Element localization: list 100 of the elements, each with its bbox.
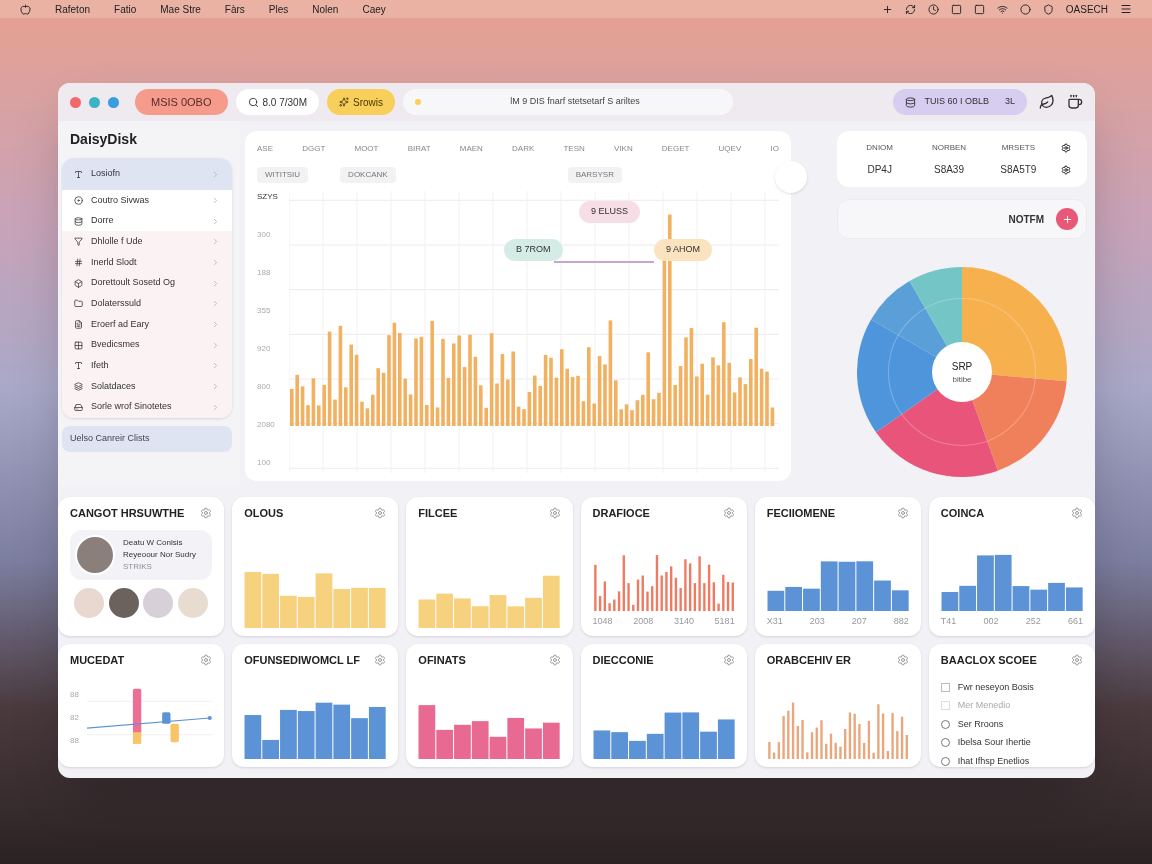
column-header[interactable]: TESN: [563, 143, 585, 155]
chart-callout[interactable]: B 7ROM: [504, 239, 563, 261]
bar: [655, 554, 658, 611]
settings-icon[interactable]: [1061, 143, 1071, 153]
profile-card[interactable]: Deatu W Conlsis Reyeoour Nor Sudry STRIKS: [70, 529, 213, 580]
status-icon[interactable]: [881, 3, 893, 15]
bar: [796, 725, 799, 759]
column-header[interactable]: ASE: [257, 143, 273, 155]
axis-label: 5181: [714, 614, 735, 628]
status-icon[interactable]: [1019, 3, 1031, 15]
chart-tag[interactable]: BARSYSR: [567, 167, 622, 183]
bar: [1030, 589, 1047, 611]
sidebar-item[interactable]: Dorre: [62, 210, 232, 232]
item-icon: [74, 278, 83, 288]
bar: [333, 704, 351, 759]
sidebar-item[interactable]: Dhlolle f Ude: [62, 231, 232, 253]
sidebar-item[interactable]: Bvedicsmes: [62, 334, 232, 356]
menu-item[interactable]: Caey: [362, 1, 386, 17]
menu-item[interactable]: Rafeton: [55, 1, 91, 17]
radio-option[interactable]: Ser Rroons: [940, 717, 1083, 731]
axis-label: 3140: [673, 614, 694, 628]
axis-label: 252: [1025, 614, 1041, 628]
item-icon: [74, 299, 83, 309]
status-icon[interactable]: [904, 3, 916, 15]
column-header[interactable]: DARK: [512, 143, 535, 155]
chart-callout[interactable]: 9 AHOM: [654, 239, 712, 261]
sidebar-item[interactable]: Losiofn: [62, 158, 232, 190]
sidebar-footer-button[interactable]: Uelso Canreir Clists: [62, 425, 232, 452]
address-field[interactable]: lM 9 DIS fnarf stetsetarf S ariltes: [403, 89, 734, 115]
column-header[interactable]: DEGET: [661, 143, 690, 155]
sidebar-item[interactable]: Coutro Sivwas: [62, 190, 232, 211]
column-header[interactable]: MOOT: [354, 143, 379, 155]
status-icon[interactable]: [973, 3, 985, 15]
bar: [369, 587, 386, 628]
status-icon[interactable]: [927, 3, 939, 15]
avatar[interactable]: [108, 587, 139, 618]
sidebar-item[interactable]: Inerld Slodt: [62, 252, 232, 273]
settings-icon[interactable]: [1061, 165, 1071, 175]
axis-label: 1048: [592, 614, 613, 628]
menu-icon[interactable]: [1120, 3, 1132, 15]
search-field[interactable]: 8.0 7/30M: [235, 89, 319, 115]
bar: [717, 719, 735, 759]
axis-label: T41: [940, 614, 957, 628]
sidebar-item[interactable]: Eroerf ad Eary: [62, 314, 232, 335]
bar: [543, 722, 560, 759]
summary-value: DP4J: [867, 162, 892, 177]
bar: [351, 587, 369, 628]
axis-label: 300: [257, 229, 272, 241]
tag-button[interactable]: Srowis: [327, 89, 396, 115]
status-icon[interactable]: [1042, 3, 1054, 15]
bar: [891, 589, 909, 611]
card-title: OFUNSEDIWOMCL LF: [244, 653, 361, 668]
sidebar-item[interactable]: Ifeth: [62, 355, 232, 377]
chart-tag[interactable]: WITITSIU: [257, 167, 309, 183]
add-button[interactable]: [1056, 208, 1078, 230]
status-icon[interactable]: [996, 3, 1008, 15]
bar: [610, 732, 628, 759]
sidebar-item[interactable]: Sorle wrof Sinotetes: [62, 396, 232, 418]
column-header[interactable]: UQEV: [718, 143, 742, 155]
chevron-icon: [211, 169, 220, 179]
window-control[interactable]: [89, 96, 100, 108]
bar: [454, 724, 472, 759]
app-button[interactable]: MSIS 0OBO: [135, 89, 228, 115]
checkbox[interactable]: [940, 682, 950, 692]
status-text[interactable]: OASECH: [1065, 1, 1108, 17]
chart-callout[interactable]: 9 ELUSS: [579, 201, 641, 223]
menu-item[interactable]: Mae Stre: [160, 1, 201, 17]
status-icon[interactable]: [950, 3, 962, 15]
axis-label: 207: [851, 614, 867, 628]
account-button[interactable]: TUIS 60 I OBLB 3L: [893, 89, 1027, 115]
menu-item[interactable]: Nolen: [312, 1, 339, 17]
summary-heading: NORBEN: [931, 141, 967, 154]
checkbox-option[interactable]: Fwr neseyon Bosis: [940, 680, 1083, 694]
summary-heading: DNIOM: [866, 141, 893, 154]
leaf-icon[interactable]: [1039, 94, 1055, 110]
radio-option[interactable]: Ihat Ifhsp Enetlios: [940, 754, 1083, 768]
menu-item[interactable]: Fatio: [114, 1, 137, 17]
profile-detail: Reyeoour Nor Sudry: [123, 548, 196, 561]
column-header[interactable]: BIRAT: [407, 143, 431, 155]
window-control[interactable]: [108, 96, 119, 108]
column-header[interactable]: DGGT: [302, 143, 326, 155]
axis-label: 2080: [257, 419, 276, 431]
sidebar-item[interactable]: Dorettoult Sosetd Og: [62, 272, 232, 294]
profile-note: STRIKS: [123, 560, 153, 573]
bar: [315, 702, 333, 759]
column-header[interactable]: VIKN: [614, 143, 633, 155]
window-control[interactable]: [70, 96, 81, 108]
sidebar-item[interactable]: Solatdaces: [62, 376, 232, 397]
apple-icon[interactable]: [20, 3, 31, 15]
search-icon: [247, 96, 259, 108]
column-header[interactable]: IO: [770, 143, 779, 155]
menu-item[interactable]: Fàrs: [224, 1, 245, 17]
radio-option[interactable]: Ibelsa Sour Ihertie: [940, 736, 1083, 750]
profile-name: Deatu W Conlsis: [123, 536, 184, 549]
column-header[interactable]: MAEN: [459, 143, 483, 155]
card-title: OFINATS: [418, 653, 466, 668]
chart-tag[interactable]: DOKCANK: [340, 167, 396, 183]
menu-item[interactable]: Ples: [268, 1, 289, 17]
sidebar-item[interactable]: Dolaterssuld: [62, 293, 232, 315]
cup-icon[interactable]: [1067, 94, 1083, 110]
